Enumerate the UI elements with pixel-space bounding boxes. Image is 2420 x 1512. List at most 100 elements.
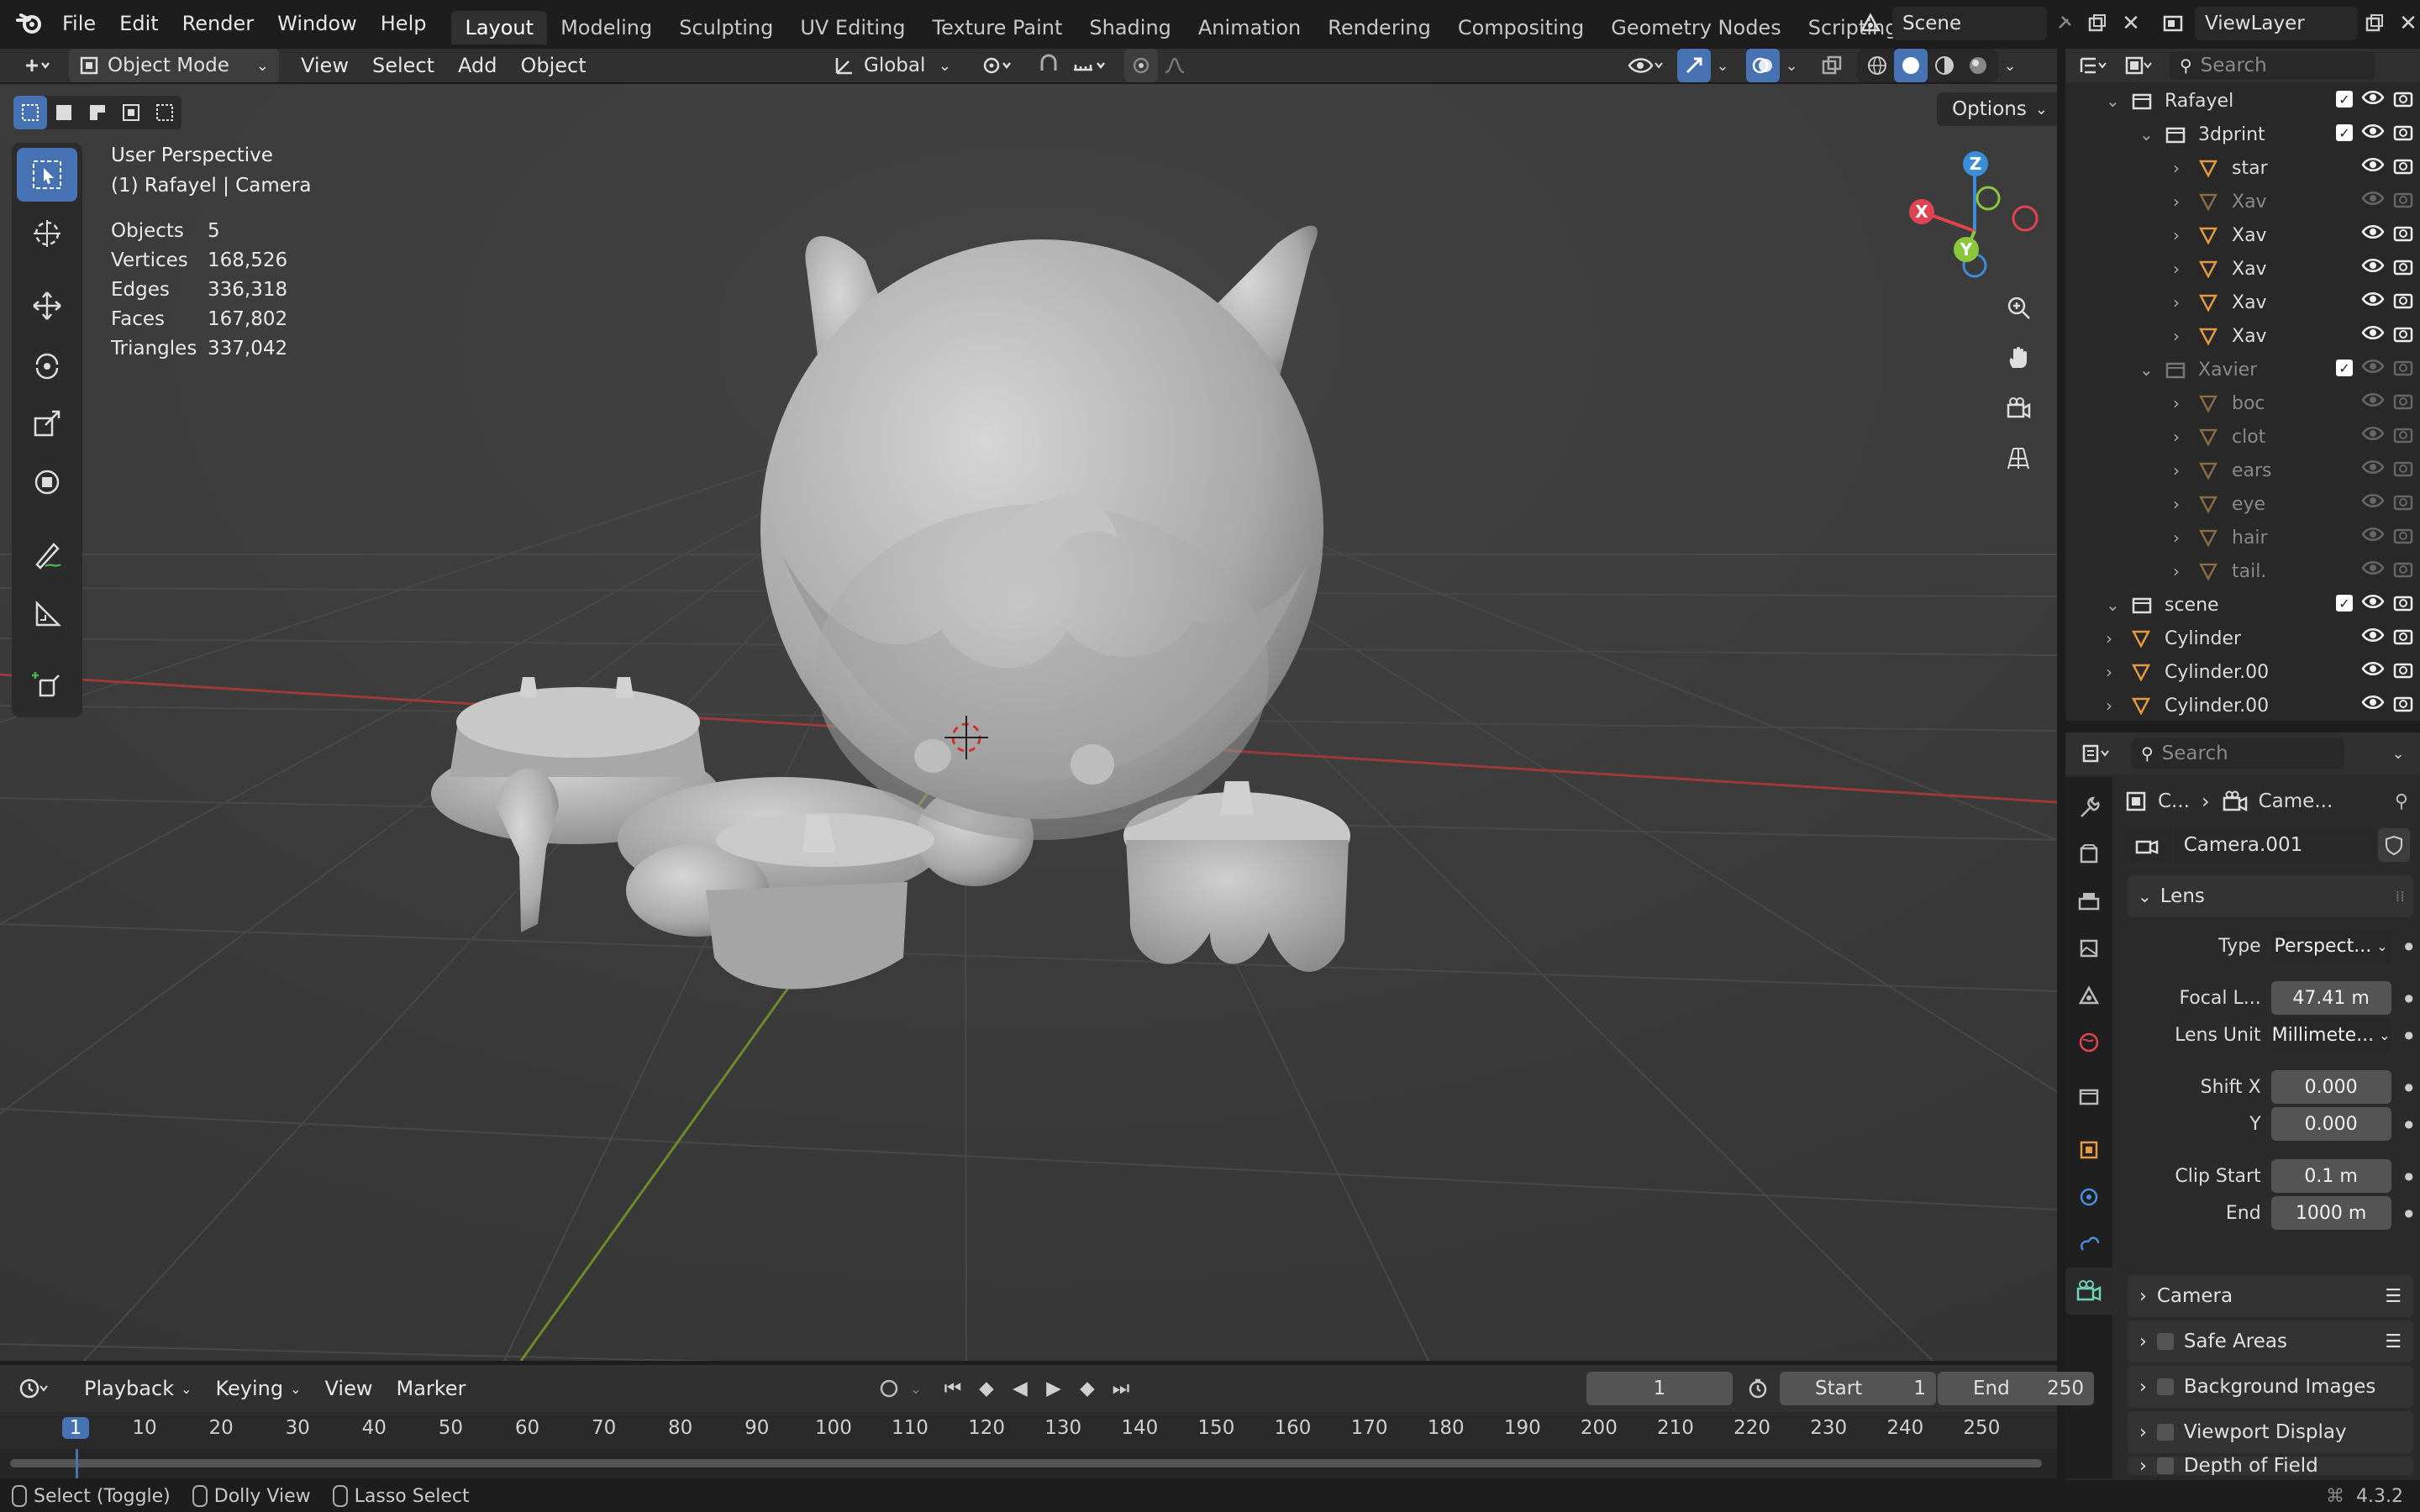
expand-arrow-icon[interactable]: › xyxy=(2173,158,2180,178)
menu-help[interactable]: Help xyxy=(369,7,439,40)
expand-arrow-icon[interactable]: › xyxy=(2173,494,2180,514)
visibility-eye-icon[interactable] xyxy=(2361,257,2385,281)
tab-modeling[interactable]: Modeling xyxy=(547,11,666,45)
tab-texture-paint[interactable]: Texture Paint xyxy=(919,11,1076,45)
exclude-checkbox[interactable]: ✓ xyxy=(2336,91,2353,108)
visibility-eye-icon[interactable] xyxy=(2361,358,2385,381)
keyframe-dot-icon[interactable]: ● xyxy=(2405,1118,2413,1130)
properties-options-icon[interactable]: ⌄ xyxy=(2381,737,2415,770)
falloff-icon[interactable] xyxy=(1158,49,1192,82)
perspective-grid-icon[interactable] xyxy=(1996,437,2040,480)
viewlayer-icon[interactable] xyxy=(2156,7,2190,40)
object-row[interactable]: › Xav xyxy=(2065,319,2420,353)
world-tab-icon[interactable] xyxy=(2065,1019,2112,1066)
select-new-icon[interactable] xyxy=(13,96,47,129)
keyframe-dot-icon[interactable]: ● xyxy=(2405,1029,2413,1041)
jump-end-icon[interactable]: ⏭ xyxy=(1104,1372,1138,1405)
menu-edit[interactable]: Edit xyxy=(108,7,170,40)
gizmo-z-axis[interactable]: Z xyxy=(1963,151,1988,176)
expand-arrow-icon[interactable]: ⌄ xyxy=(2106,595,2120,615)
visibility-eye-icon[interactable] xyxy=(2361,559,2385,583)
auto-keying-icon[interactable] xyxy=(872,1372,906,1405)
expand-arrow-icon[interactable]: › xyxy=(2106,696,2112,716)
tab-uv-editing[interactable]: UV Editing xyxy=(786,11,918,45)
render-camera-icon[interactable] xyxy=(2393,627,2413,650)
tab-compositing[interactable]: Compositing xyxy=(1444,11,1597,45)
object-row[interactable]: › ears xyxy=(2065,454,2420,487)
keying-options-icon[interactable]: ⌄ xyxy=(906,1372,926,1405)
render-camera-icon[interactable] xyxy=(2393,593,2413,617)
object-row[interactable]: › star xyxy=(2065,151,2420,185)
delete-viewlayer-icon[interactable]: ✕ xyxy=(2391,7,2420,40)
shading-options-icon[interactable]: ⌄ xyxy=(1998,49,2022,82)
render-camera-icon[interactable] xyxy=(2393,660,2413,684)
pin-icon[interactable]: ⚲ xyxy=(2395,791,2408,812)
visibility-eye-icon[interactable] xyxy=(2361,156,2385,180)
visibility-eye-icon[interactable] xyxy=(2361,694,2385,717)
keyframe-dot-icon[interactable]: ● xyxy=(2405,1081,2413,1093)
expand-arrow-icon[interactable]: ⌄ xyxy=(2139,124,2154,144)
collection-row[interactable]: ⌄ scene ✓ xyxy=(2065,588,2420,622)
timeline-scrollbar[interactable] xyxy=(10,1459,2042,1467)
object-row[interactable]: › Xav xyxy=(2065,218,2420,252)
wireframe-shading-icon[interactable] xyxy=(1860,49,1894,82)
xray-toggle-icon[interactable] xyxy=(1815,49,1849,82)
collection-tab-icon[interactable] xyxy=(2065,1073,2112,1120)
keyframe-dot-icon[interactable]: ● xyxy=(2405,1170,2413,1182)
scene-name-field[interactable]: Scene xyxy=(1892,7,2047,40)
prev-keyframe-icon[interactable]: ◆ xyxy=(970,1372,1003,1405)
blender-logo-icon[interactable] xyxy=(13,7,47,40)
object-tab-icon[interactable] xyxy=(2065,1126,2112,1173)
3d-viewport[interactable]: User Perspective (1) Rafayel | Camera Ob… xyxy=(0,84,2057,1361)
material-shading-icon[interactable] xyxy=(1928,49,1961,82)
current-frame-field[interactable]: 1 xyxy=(1586,1372,1733,1405)
expand-arrow-icon[interactable]: › xyxy=(2173,326,2180,346)
mode-dropdown[interactable]: Object Mode ⌄ xyxy=(69,49,279,82)
render-camera-icon[interactable] xyxy=(2393,391,2413,415)
drag-handle-icon[interactable]: ⁞⁞ xyxy=(2396,888,2405,906)
end-frame-field[interactable]: End 250 xyxy=(1938,1372,2094,1405)
editor-type-icon[interactable] xyxy=(13,49,60,82)
annotate-tool[interactable] xyxy=(17,528,77,581)
subpanel-header[interactable]: › Background Images xyxy=(2128,1366,2413,1408)
fake-user-shield-icon[interactable] xyxy=(2378,828,2410,862)
timeline-menu-view[interactable]: View xyxy=(313,1372,385,1405)
snap-toggle-icon[interactable] xyxy=(1032,49,1065,82)
property-number-field[interactable]: 47.41 m xyxy=(2270,981,2391,1015)
lens-panel-header[interactable]: ⌄ Lens ⁞⁞ xyxy=(2128,875,2413,917)
transform-orientation-dropdown[interactable]: Global ⌄ xyxy=(823,49,961,82)
visibility-eye-icon[interactable] xyxy=(2361,391,2385,415)
visibility-eye-icon[interactable] xyxy=(2361,123,2385,146)
panel-enable-checkbox[interactable] xyxy=(2156,1378,2174,1395)
camera-data-tab-icon[interactable] xyxy=(2065,1268,2112,1315)
object-row[interactable]: › Xav xyxy=(2065,185,2420,218)
tab-layout[interactable]: Layout xyxy=(451,11,548,45)
render-camera-icon[interactable] xyxy=(2393,223,2413,247)
menu-window[interactable]: Window xyxy=(266,7,369,40)
view-layer-tab-icon[interactable] xyxy=(2065,925,2112,972)
expand-arrow-icon[interactable]: › xyxy=(2173,460,2180,480)
timeline-editor-icon[interactable] xyxy=(8,1372,59,1405)
visibility-eye-icon[interactable] xyxy=(2361,89,2385,113)
subpanel-header[interactable]: › Depth of Field xyxy=(2128,1457,2413,1475)
keyframe-dot-icon[interactable]: ● xyxy=(2405,992,2413,1004)
visibility-eye-icon[interactable] xyxy=(2361,324,2385,348)
scene-tab-icon[interactable] xyxy=(2065,972,2112,1019)
subpanel-header[interactable]: › Camera ☰ xyxy=(2128,1275,2413,1317)
render-tab-icon[interactable] xyxy=(2065,831,2112,878)
expand-arrow-icon[interactable]: › xyxy=(2173,561,2180,581)
expand-arrow-icon[interactable]: › xyxy=(2106,628,2112,648)
move-tool[interactable] xyxy=(17,279,77,333)
collection-row[interactable]: ⌄ Rafayel ✓ xyxy=(2065,84,2420,118)
scale-tool[interactable] xyxy=(17,396,77,450)
visibility-eye-icon[interactable] xyxy=(2361,223,2385,247)
visibility-eye-icon[interactable] xyxy=(2361,425,2385,449)
viewport-menu-select[interactable]: Select xyxy=(360,49,446,82)
exclude-checkbox[interactable]: ✓ xyxy=(2336,595,2353,612)
outliner-search-field[interactable]: ⚲ Search xyxy=(2170,51,2375,80)
object-row[interactable]: › Xav xyxy=(2065,286,2420,319)
exclude-checkbox[interactable]: ✓ xyxy=(2336,360,2353,376)
render-camera-icon[interactable] xyxy=(2393,190,2413,213)
keyframe-dot-icon[interactable]: ● xyxy=(2405,1207,2413,1219)
object-row[interactable]: › eye xyxy=(2065,487,2420,521)
